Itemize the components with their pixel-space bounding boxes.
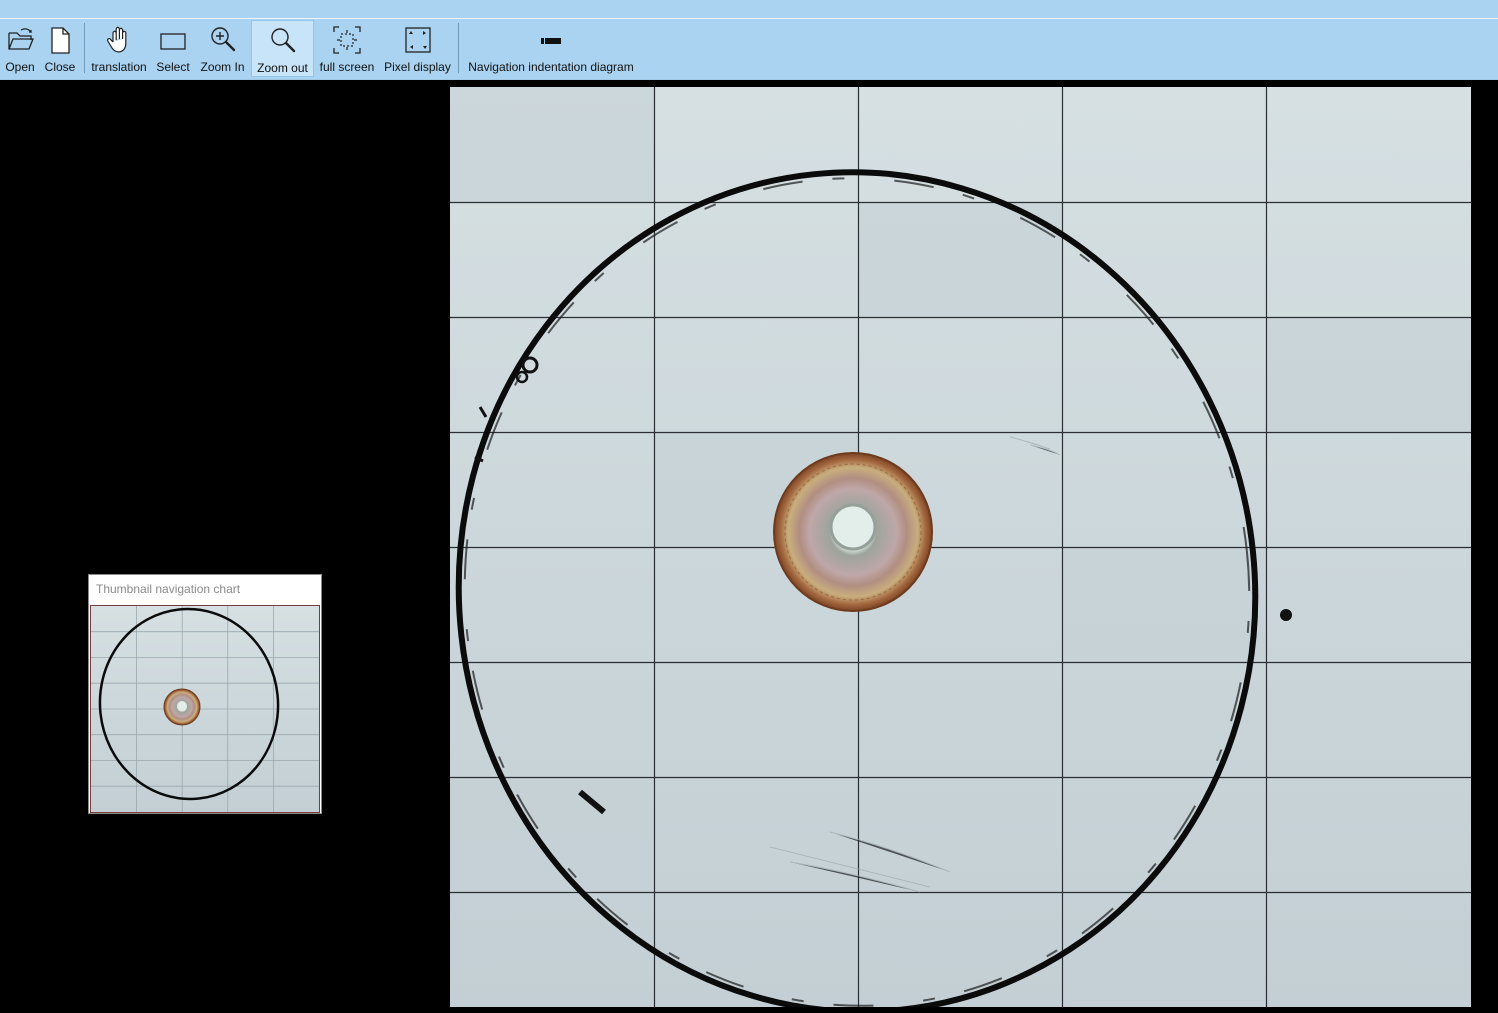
thumbnail-image[interactable] <box>90 605 320 813</box>
zoom-in-icon <box>210 27 235 52</box>
document-icon <box>51 27 70 54</box>
pixel-display-button[interactable]: Pixel display <box>382 20 453 77</box>
close-label: Close <box>44 60 76 74</box>
full-screen-label: full screen <box>319 60 375 74</box>
pixel-display-label: Pixel display <box>384 60 451 74</box>
specimen-cross-section <box>773 452 933 612</box>
translation-button[interactable]: translation <box>89 20 149 77</box>
rectangle-select-icon <box>160 33 186 50</box>
thumbnail-title: Thumbnail navigation chart <box>96 582 241 596</box>
full-screen-button[interactable]: full screen <box>317 20 377 77</box>
toolbar: Open Close translation Select Zoom In Zo… <box>0 19 1498 80</box>
zoom-out-button[interactable]: Zoom out <box>251 20 314 77</box>
image-viewer[interactable] <box>450 87 1471 1007</box>
zoom-out-label: Zoom out <box>257 61 308 75</box>
navigation-diagram-button[interactable]: Navigation indentation diagram <box>464 20 638 77</box>
zoom-out-icon <box>270 28 295 53</box>
thumbnail-navigation-panel[interactable]: Thumbnail navigation chart <box>88 574 322 814</box>
window-title-strip <box>0 0 1498 19</box>
zoom-in-label: Zoom In <box>200 60 245 74</box>
stitched-microscope-image <box>450 87 1471 1007</box>
open-button[interactable]: Open <box>2 20 38 77</box>
close-button[interactable]: Close <box>41 20 79 77</box>
translation-label: translation <box>91 60 147 74</box>
navigation-diagram-icon <box>541 38 561 44</box>
pixel-display-icon <box>404 27 431 53</box>
zoom-in-button[interactable]: Zoom In <box>197 20 248 77</box>
hand-pan-icon <box>107 26 127 53</box>
toolbar-separator <box>458 23 459 73</box>
toolbar-separator <box>84 23 85 73</box>
open-folder-icon <box>8 28 34 50</box>
full-screen-icon <box>333 26 361 54</box>
image-tiles <box>450 87 1471 1007</box>
select-button[interactable]: Select <box>154 20 192 77</box>
thumbnail-preview <box>91 606 319 812</box>
open-label: Open <box>5 60 35 74</box>
select-label: Select <box>156 60 190 74</box>
navigation-diagram-label: Navigation indentation diagram <box>468 60 634 74</box>
